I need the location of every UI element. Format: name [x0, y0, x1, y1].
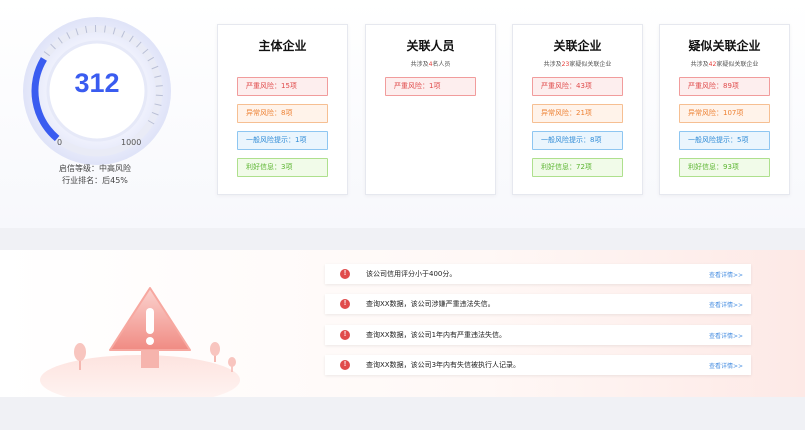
view-details-link[interactable]: 查看详情>> [709, 331, 743, 340]
card-title: 关联人员 [406, 39, 455, 53]
card-subtitle: 共涉及42家疑似关联企业 [690, 61, 759, 68]
view-details-link[interactable]: 查看详情>> [709, 361, 743, 370]
card-suspected-related-companies[interactable]: 疑似关联企业 共涉及42家疑似关联企业 严重风险：89项 异常风险：107项 一… [659, 24, 790, 195]
alert-text: 查询XX数据，该公司涉嫌严重违法失信。 [366, 300, 495, 308]
card-subtitle: 共涉及23家疑似关联企业 [543, 61, 612, 68]
tree-icon [228, 357, 236, 367]
alert-item: ! 查询XX数据，该公司1年内有严重违法失信。 查看详情>> [325, 325, 751, 345]
tag-positive-info[interactable]: 利好信息：72项 [532, 158, 623, 177]
industry-rank-text: 行业排名：后45% [62, 176, 128, 185]
card-subtitle [218, 59, 347, 67]
overview-section: 312 0 1000 启信等级：中高风险 行业排名：后45% 主体企业 严重风险… [0, 0, 805, 228]
section-divider [0, 228, 805, 250]
tag-positive-info[interactable]: 利好信息：3项 [237, 158, 328, 177]
credit-level-text: 启信等级：中高风险 [59, 164, 131, 173]
ground-hill [40, 355, 240, 397]
alert-warning-icon: ! [340, 360, 350, 370]
alert-warning-icon: ! [340, 330, 350, 340]
credit-score-gauge: 312 [22, 16, 172, 166]
card-subtitle: 共涉及4名人员 [410, 61, 451, 68]
view-details-link[interactable]: 查看详情>> [709, 300, 743, 309]
alert-item: ! 查询XX数据，该公司涉嫌严重违法失信。 查看详情>> [325, 294, 751, 314]
view-details-link[interactable]: 查看详情>> [709, 270, 743, 279]
alert-text: 查询XX数据，该公司3年内有失信被执行人记录。 [366, 361, 521, 369]
tag-severe-risk[interactable]: 严重风险：89项 [679, 77, 770, 96]
gauge-max-label: 1000 [121, 138, 142, 147]
warning-sign-post [141, 350, 159, 368]
gauge-min-label: 0 [57, 138, 63, 147]
exclamation-bar [146, 308, 154, 334]
card-title: 关联企业 [553, 39, 602, 53]
alert-item: ! 该公司信用评分小于400分。 查看详情>> [325, 264, 751, 284]
tag-abnormal-risk[interactable]: 异常风险：8项 [237, 104, 328, 123]
tree-icon [210, 342, 220, 356]
risk-alerts-section: ! 该公司信用评分小于400分。 查看详情>> ! 查询XX数据，该公司涉嫌严重… [0, 250, 805, 397]
card-title: 疑似关联企业 [688, 39, 761, 53]
card-related-persons[interactable]: 关联人员 共涉及4名人员 严重风险：1项 [365, 24, 496, 195]
tag-severe-risk[interactable]: 严重风险：1项 [385, 77, 476, 96]
alert-text: 查询XX数据，该公司1年内有严重违法失信。 [366, 331, 507, 339]
credit-score-value: 312 [74, 68, 120, 98]
gauge-info: 启信等级：中高风险 行业排名：后45% [40, 163, 150, 187]
tag-general-risk[interactable]: 一般风险提示：5项 [679, 131, 770, 150]
tag-positive-info[interactable]: 利好信息：93项 [679, 158, 770, 177]
card-main-company[interactable]: 主体企业 严重风险：15项 异常风险：8项 一般风险提示：1项 利好信息：3项 [217, 24, 348, 195]
alert-item: ! 查询XX数据，该公司3年内有失信被执行人记录。 查看详情>> [325, 355, 751, 375]
card-related-companies[interactable]: 关联企业 共涉及23家疑似关联企业 严重风险：43项 异常风险：21项 一般风险… [512, 24, 643, 195]
exclamation-dot [146, 337, 154, 345]
tag-severe-risk[interactable]: 严重风险：15项 [237, 77, 328, 96]
tag-abnormal-risk[interactable]: 异常风险：107项 [679, 104, 770, 123]
alert-text: 该公司信用评分小于400分。 [366, 270, 457, 278]
card-title: 主体企业 [258, 39, 307, 53]
tag-abnormal-risk[interactable]: 异常风险：21项 [532, 104, 623, 123]
alert-warning-icon: ! [340, 269, 350, 279]
page-footer-area [0, 397, 805, 430]
tag-severe-risk[interactable]: 严重风险：43项 [532, 77, 623, 96]
tag-general-risk[interactable]: 一般风险提示：8项 [532, 131, 623, 150]
tag-general-risk[interactable]: 一般风险提示：1项 [237, 131, 328, 150]
alert-warning-icon: ! [340, 299, 350, 309]
warning-triangle-illustration [40, 287, 240, 397]
tree-icon [74, 343, 86, 361]
